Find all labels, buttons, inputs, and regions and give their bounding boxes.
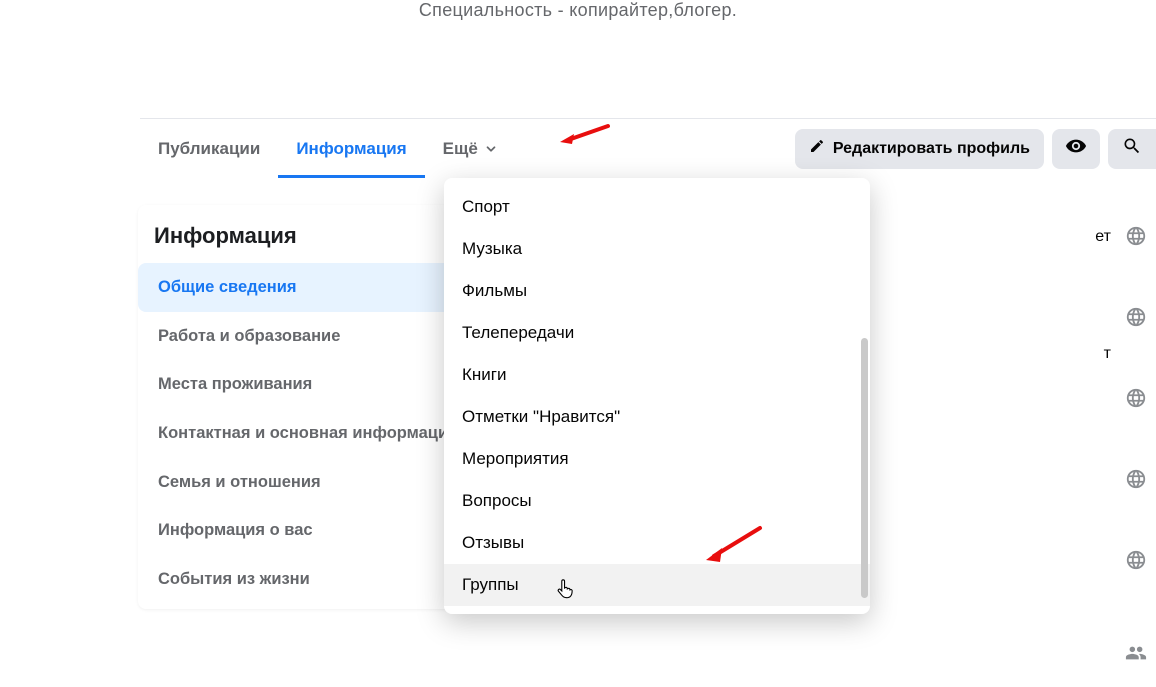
dropdown-item-sports[interactable]: Спорт xyxy=(444,186,870,228)
content-text-fragment: т xyxy=(1104,345,1111,363)
bio-text: Специальность - копирайтер,блогер. xyxy=(0,0,1156,21)
privacy-icons-column xyxy=(1116,225,1156,669)
globe-icon[interactable] xyxy=(1125,225,1147,252)
tab-more[interactable]: Ещё xyxy=(425,119,516,178)
eye-icon xyxy=(1065,135,1087,162)
edit-profile-label: Редактировать профиль xyxy=(833,140,1030,158)
globe-icon[interactable] xyxy=(1125,306,1147,333)
dropdown-item-reviews[interactable]: Отзывы xyxy=(444,522,870,564)
dropdown-item-books[interactable]: Книги xyxy=(444,354,870,396)
profile-tabs-bar: Публикации Информация Ещё Редактировать … xyxy=(140,118,1156,178)
tab-more-label: Ещё xyxy=(443,139,478,159)
dropdown-scrollbar[interactable] xyxy=(861,338,868,598)
dropdown-item-music[interactable]: Музыка xyxy=(444,228,870,270)
globe-icon[interactable] xyxy=(1125,549,1147,576)
actions-group: Редактировать профиль xyxy=(795,129,1156,169)
tab-info-label: Информация xyxy=(296,139,406,159)
tabs-group: Публикации Информация Ещё xyxy=(140,119,516,178)
tab-posts-label: Публикации xyxy=(158,139,260,159)
chevron-down-icon xyxy=(484,142,498,156)
dropdown-item-groups[interactable]: Группы xyxy=(444,564,870,606)
edit-profile-button[interactable]: Редактировать профиль xyxy=(795,129,1044,169)
globe-icon[interactable] xyxy=(1125,387,1147,414)
dropdown-item-questions[interactable]: Вопросы xyxy=(444,480,870,522)
dropdown-item-movies[interactable]: Фильмы xyxy=(444,270,870,312)
more-dropdown: Спорт Музыка Фильмы Телепередачи Книги О… xyxy=(444,178,870,614)
tab-info[interactable]: Информация xyxy=(278,119,424,178)
search-button[interactable] xyxy=(1108,129,1156,169)
dropdown-item-tv[interactable]: Телепередачи xyxy=(444,312,870,354)
pencil-icon xyxy=(809,138,825,159)
view-as-button[interactable] xyxy=(1052,129,1100,169)
globe-icon[interactable] xyxy=(1125,468,1147,495)
dropdown-item-events[interactable]: Мероприятия xyxy=(444,438,870,480)
search-icon xyxy=(1122,136,1142,161)
content-text-fragment: ет xyxy=(1095,228,1111,246)
dropdown-item-likes[interactable]: Отметки "Нравится" xyxy=(444,396,870,438)
friends-icon[interactable] xyxy=(1125,642,1147,669)
tab-posts[interactable]: Публикации xyxy=(140,119,278,178)
